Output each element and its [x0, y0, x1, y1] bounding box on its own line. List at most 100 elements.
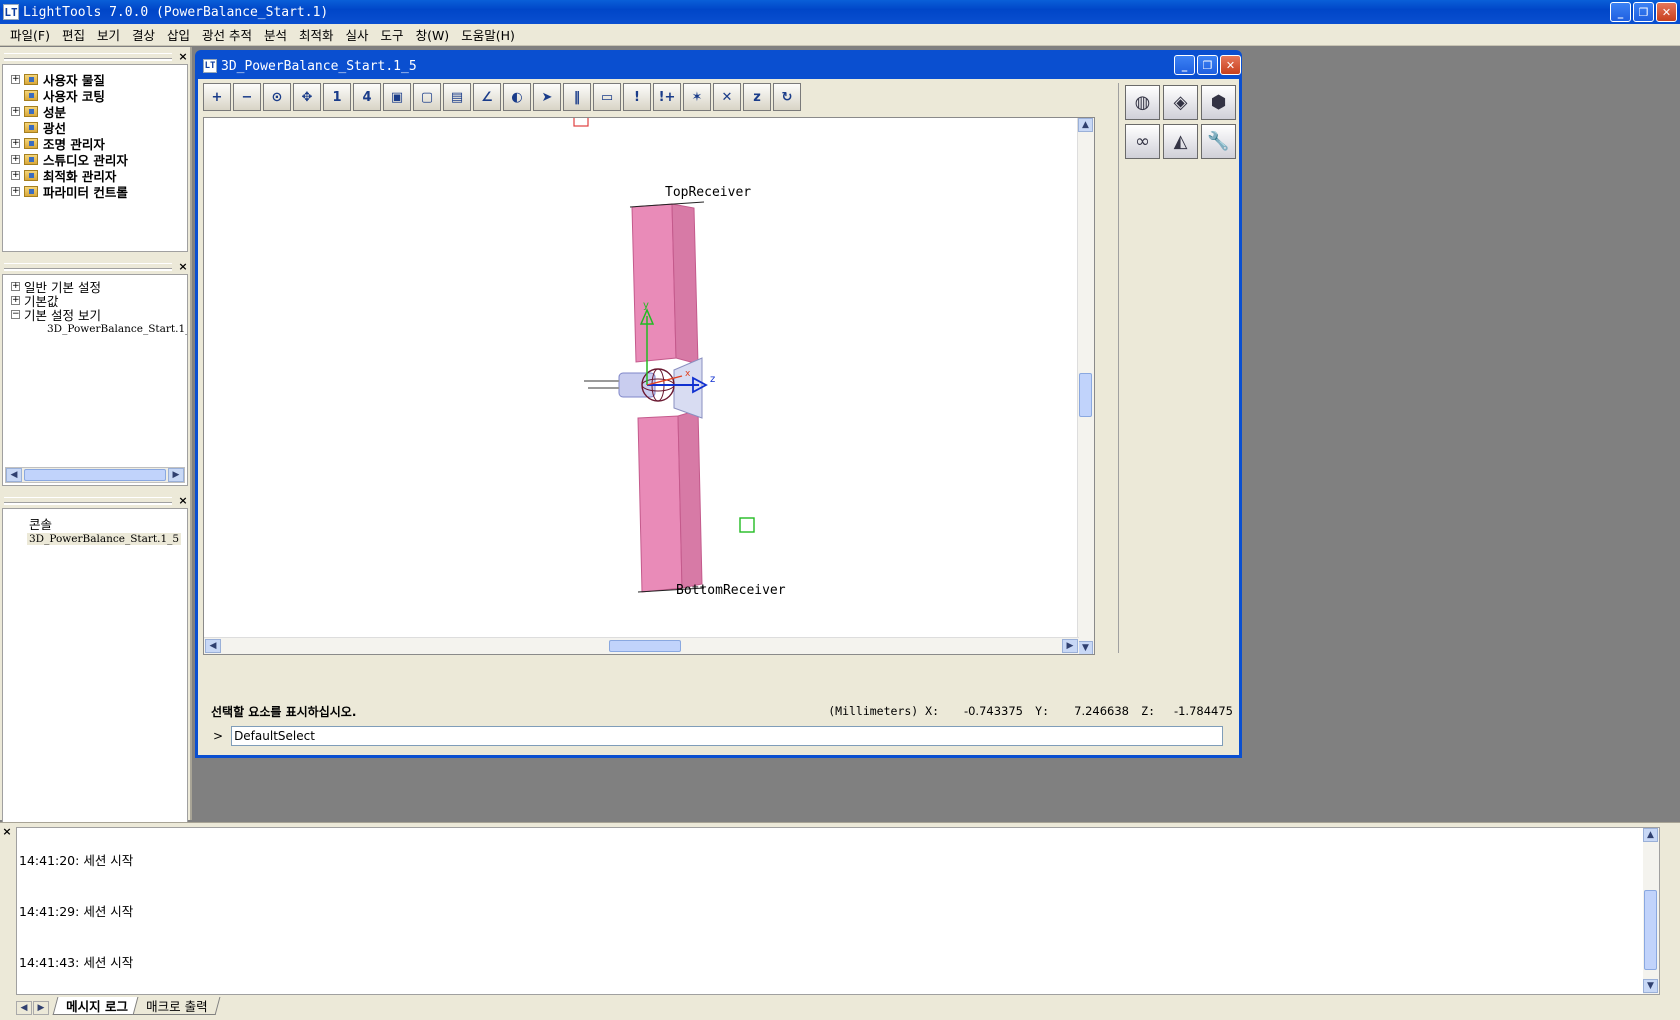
folder-icon: [24, 185, 38, 197]
menu-analysis[interactable]: 분석: [258, 25, 293, 44]
document-title: 3D_PowerBalance_Start.1_5: [221, 58, 417, 74]
restore-button[interactable]: ❐: [1633, 2, 1654, 22]
expand-icon[interactable]: +: [11, 170, 20, 180]
minimize-button[interactable]: _: [1610, 2, 1631, 22]
menu-render[interactable]: 실사: [340, 25, 375, 44]
expand-icon[interactable]: +: [11, 106, 20, 116]
zoom-in-icon[interactable]: +: [203, 83, 231, 111]
scroll-right-icon[interactable]: ▶: [168, 468, 184, 482]
tab-message-log[interactable]: 메시지 로그: [52, 997, 142, 1015]
bottom-receiver-label[interactable]: BottomReceiver: [676, 583, 786, 598]
menu-file[interactable]: 파일(F): [4, 25, 56, 44]
scroll-thumb[interactable]: [609, 640, 681, 652]
pan-icon[interactable]: ✥: [293, 83, 321, 111]
shaded-view-icon[interactable]: ▣: [383, 83, 411, 111]
wrench-icon[interactable]: 🔧: [1201, 124, 1236, 159]
tree-item-view-3d[interactable]: 3D_PowerBalance_Start.1_: [3, 321, 187, 337]
menu-insert[interactable]: 삽입: [161, 25, 196, 44]
close-pane-icon[interactable]: ×: [178, 260, 188, 273]
close-pane-icon[interactable]: ×: [178, 50, 188, 63]
close-button[interactable]: ✕: [1656, 2, 1677, 22]
zoom-out-icon[interactable]: −: [233, 83, 261, 111]
tree-label: 3D_PowerBalance_Start.1_: [47, 323, 188, 335]
viewport-vertical-scrollbar[interactable]: ▲ ▼: [1077, 118, 1094, 654]
alert-plus-icon[interactable]: !+: [653, 83, 681, 111]
expand-icon[interactable]: +: [11, 295, 20, 305]
tree-item-view-prefs[interactable]: − 기본 설정 보기: [3, 307, 187, 323]
menu-edit[interactable]: 편집: [56, 25, 91, 44]
tree-item-console-view[interactable]: 3D_PowerBalance_Start.1_5: [3, 531, 187, 547]
close-pane-icon[interactable]: ×: [178, 494, 188, 507]
clear-rays-icon[interactable]: ✕: [713, 83, 741, 111]
tree-item-parameter-control[interactable]: + 파라미터 컨트롤: [3, 183, 187, 200]
scroll-right-icon[interactable]: ▶: [1062, 639, 1078, 653]
axes-icon[interactable]: ∠: [473, 83, 501, 111]
ray-display-icon[interactable]: ‖: [563, 83, 591, 111]
document-title-bar[interactable]: LT 3D_PowerBalance_Start.1_5 _ ❐ ✕: [198, 53, 1241, 79]
single-view-icon[interactable]: 1: [323, 83, 351, 111]
expand-icon[interactable]: +: [11, 74, 20, 84]
rotate-icon[interactable]: ↻: [773, 83, 801, 111]
horizontal-scrollbar[interactable]: ◀ ▶: [5, 467, 185, 483]
alert-icon[interactable]: !: [623, 83, 651, 111]
tree-item-components[interactable]: + 성분: [3, 103, 187, 120]
log-vertical-scrollbar[interactable]: ▲ ▼: [1643, 828, 1659, 994]
lens-icon[interactable]: ◍: [1125, 85, 1160, 120]
binoculars-icon[interactable]: ∞: [1125, 124, 1160, 159]
3d-viewport[interactable]: TopReceiver BottomReceiver y z x ▲ ▼ ◀ ▶: [203, 117, 1095, 655]
scroll-thumb[interactable]: [24, 469, 166, 481]
scroll-up-icon[interactable]: ▲: [1078, 118, 1093, 132]
tab-prev-icon[interactable]: ◀: [16, 1001, 32, 1015]
scroll-up-icon[interactable]: ▲: [1643, 828, 1658, 842]
expand-icon[interactable]: +: [11, 281, 20, 291]
scroll-down-icon[interactable]: ▼: [1078, 641, 1093, 654]
pane-grip[interactable]: [4, 497, 172, 503]
menu-raytrace[interactable]: 광선 추적: [196, 25, 258, 44]
wireframe-icon[interactable]: ▢: [413, 83, 441, 111]
hidden-line-icon[interactable]: ▤: [443, 83, 471, 111]
zoom-window-icon[interactable]: ⊙: [263, 83, 291, 111]
message-log[interactable]: 14:41:20: 세션 시작 14:41:29: 세션 시작 14:41:43…: [16, 827, 1660, 995]
solid-objects-icon[interactable]: ⬢: [1201, 85, 1236, 120]
top-receiver-label[interactable]: TopReceiver: [665, 185, 751, 200]
menu-optimize[interactable]: 최적화: [293, 25, 340, 44]
bottom-receiver-face[interactable]: [637, 415, 683, 593]
expand-icon[interactable]: +: [11, 154, 20, 164]
menu-view[interactable]: 보기: [91, 25, 126, 44]
menu-help[interactable]: 도움말(H): [455, 25, 521, 44]
quad-view-icon[interactable]: 4: [353, 83, 381, 111]
select-arrow-icon[interactable]: ➤: [533, 83, 561, 111]
menu-imaging[interactable]: 결상: [126, 25, 161, 44]
title-bar[interactable]: LT LightTools 7.0.0 (PowerBalance_Start.…: [0, 0, 1680, 24]
tree-item-console[interactable]: 콘솔: [3, 515, 187, 532]
log-line: 14:41:29: 세션 시작: [19, 904, 134, 919]
viewport-horizontal-scrollbar[interactable]: ◀ ▶: [204, 637, 1079, 654]
pane-grip[interactable]: [4, 263, 172, 269]
doc-maximize-button[interactable]: ❐: [1197, 55, 1218, 75]
collapse-icon[interactable]: −: [11, 309, 20, 319]
scroll-left-icon[interactable]: ◀: [6, 468, 22, 482]
scroll-left-icon[interactable]: ◀: [205, 639, 221, 653]
tab-macro-output[interactable]: 매크로 출력: [132, 997, 221, 1015]
lens-view-icon[interactable]: ◐: [503, 83, 531, 111]
tab-next-icon[interactable]: ▶: [33, 1001, 49, 1015]
expand-icon[interactable]: +: [11, 138, 20, 148]
doc-minimize-button[interactable]: _: [1174, 55, 1195, 75]
scroll-down-icon[interactable]: ▼: [1643, 979, 1658, 993]
menu-tools[interactable]: 도구: [375, 25, 410, 44]
doc-close-button[interactable]: ✕: [1220, 55, 1241, 75]
pane-grip[interactable]: [4, 53, 172, 59]
z-view-icon[interactable]: z: [743, 83, 771, 111]
source-cone-icon[interactable]: ◭: [1163, 124, 1198, 159]
scroll-thumb[interactable]: [1644, 890, 1657, 970]
scroll-thumb[interactable]: [1079, 373, 1092, 417]
menu-window[interactable]: 창(W): [410, 25, 456, 44]
properties-icon[interactable]: ▭: [593, 83, 621, 111]
command-input[interactable]: DefaultSelect: [231, 726, 1224, 746]
close-pane-icon[interactable]: ×: [2, 825, 12, 838]
top-receiver-face[interactable]: [631, 203, 677, 363]
tree-item-user-coatings[interactable]: 사용자 코팅: [3, 87, 187, 104]
ray-trace-icon[interactable]: ✶: [683, 83, 711, 111]
surface-icon[interactable]: ◈: [1163, 85, 1198, 120]
expand-icon[interactable]: +: [11, 186, 20, 196]
